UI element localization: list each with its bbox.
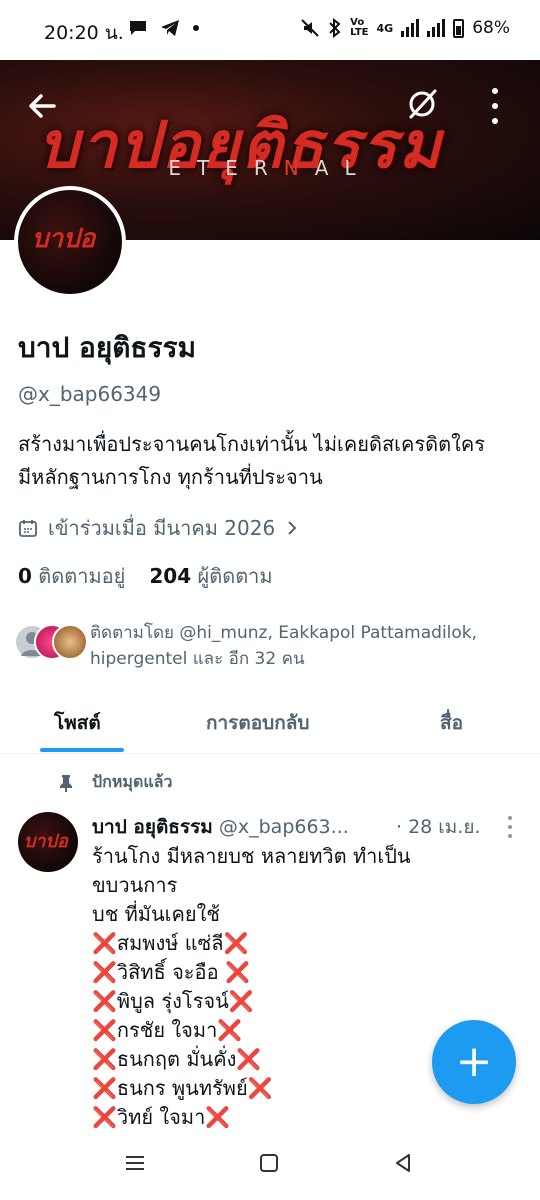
avatar (52, 624, 88, 660)
banner-title: บาปอยุติธรรม (38, 108, 443, 183)
plus-icon: + (455, 1036, 493, 1087)
back-button[interactable] (24, 88, 60, 124)
calendar-icon (19, 520, 37, 537)
tweet-avatar[interactable]: บาปอ (18, 812, 78, 872)
active-tab-indicator (40, 748, 124, 752)
tweet-avatar-logo: บาปอ (24, 831, 68, 852)
signal-strength-2-icon (427, 19, 446, 37)
profile-tabs: โพสต์ การตอบกลับ สื่อ (0, 690, 540, 754)
following-link[interactable]: 0 ติดตามอยู่ (18, 560, 125, 592)
mutual-followers-avatars (14, 620, 90, 664)
pinned-label: ปักหมุดแล้ว (58, 770, 172, 795)
grok-button[interactable] (404, 86, 440, 122)
followed-by-text: ติดตามโดย @hi_munz, Eakkapol Pattamadilo… (90, 623, 478, 669)
battery-percent: 68% (472, 18, 510, 38)
avatar-logo: บาปอ (32, 224, 96, 254)
dot-icon (193, 25, 199, 31)
tweet-more-button[interactable] (506, 816, 514, 838)
join-date-text: เข้าร่วมเมื่อ มีนาคม 2026 (48, 516, 276, 540)
followed-by-section[interactable]: ติดตามโดย @hi_munz, Eakkapol Pattamadilo… (14, 620, 520, 672)
profile-avatar[interactable]: บาปอ (14, 186, 126, 298)
tab-posts[interactable]: โพสต์ (54, 708, 101, 738)
list-item: ❌วิทย์ ใจมา❌ (92, 1105, 231, 1129)
profile-bio: สร้างมาเพื่อประจานคนโกงเท่านั้น ไม่เคยดิ… (18, 432, 486, 489)
tweet-author-handle: @x_bap663... (218, 816, 349, 838)
eye-slash-icon (409, 89, 437, 119)
tab-media[interactable]: สื่อ (440, 708, 463, 738)
list-item: ❌สมพงษ์ แซ่ลี❌ (92, 931, 249, 955)
follow-stats: 0 ติดตามอยู่ 204 ผู้ติดตาม (18, 560, 273, 592)
mute-icon (301, 19, 319, 37)
banner-subtitle: ETERNAL (168, 156, 372, 180)
network-type-icon: 4G (376, 21, 394, 35)
join-date-link[interactable]: เข้าร่วมเมื่อ มีนาคม 2026 (18, 512, 299, 544)
compose-post-button[interactable]: + (432, 1020, 516, 1104)
profile-handle: @x_bap66349 (18, 382, 162, 406)
tweet-author-name: บาป อยุติธรรม (92, 816, 213, 838)
telegram-icon (161, 20, 179, 36)
more-vertical-icon (508, 816, 512, 820)
profile-name: บาป อยุติธรรม (18, 331, 197, 364)
back-system-button[interactable] (390, 1150, 420, 1180)
back-triangle-icon (396, 1154, 410, 1172)
home-button[interactable] (256, 1150, 286, 1180)
followers-link[interactable]: 204 ผู้ติดตาม (149, 560, 272, 592)
system-navigation-bar (0, 1130, 540, 1200)
tab-replies[interactable]: การตอบกลับ (206, 708, 309, 738)
menu-icon (126, 1156, 144, 1170)
signal-strength-icon (401, 19, 420, 37)
status-time: 20:20 น. (44, 22, 124, 44)
bluetooth-icon (329, 18, 341, 38)
status-notification-icons (128, 19, 200, 37)
more-vertical-icon (492, 88, 498, 94)
battery-icon (453, 18, 465, 38)
pin-icon (60, 774, 72, 792)
list-item: ❌วิสิทธิ์ จะอือ ❌ (92, 960, 250, 984)
chevron-right-icon (288, 521, 297, 535)
more-options-button[interactable] (488, 88, 502, 124)
tweet-date[interactable]: · 28 เม.ย. (396, 812, 481, 842)
recents-button[interactable] (122, 1150, 152, 1180)
volte-icon: Vo LTE (350, 17, 369, 38)
status-system-icons: Vo LTE 4G 68% (300, 18, 510, 38)
list-item: ❌พิบูล รุ่งโรจน์❌ (92, 989, 254, 1013)
home-square-icon (260, 1154, 278, 1172)
status-bar: 20:20 น. Vo LTE 4G 68% (0, 0, 540, 60)
back-arrow-icon (29, 94, 56, 118)
chat-bubble-icon (130, 21, 146, 35)
